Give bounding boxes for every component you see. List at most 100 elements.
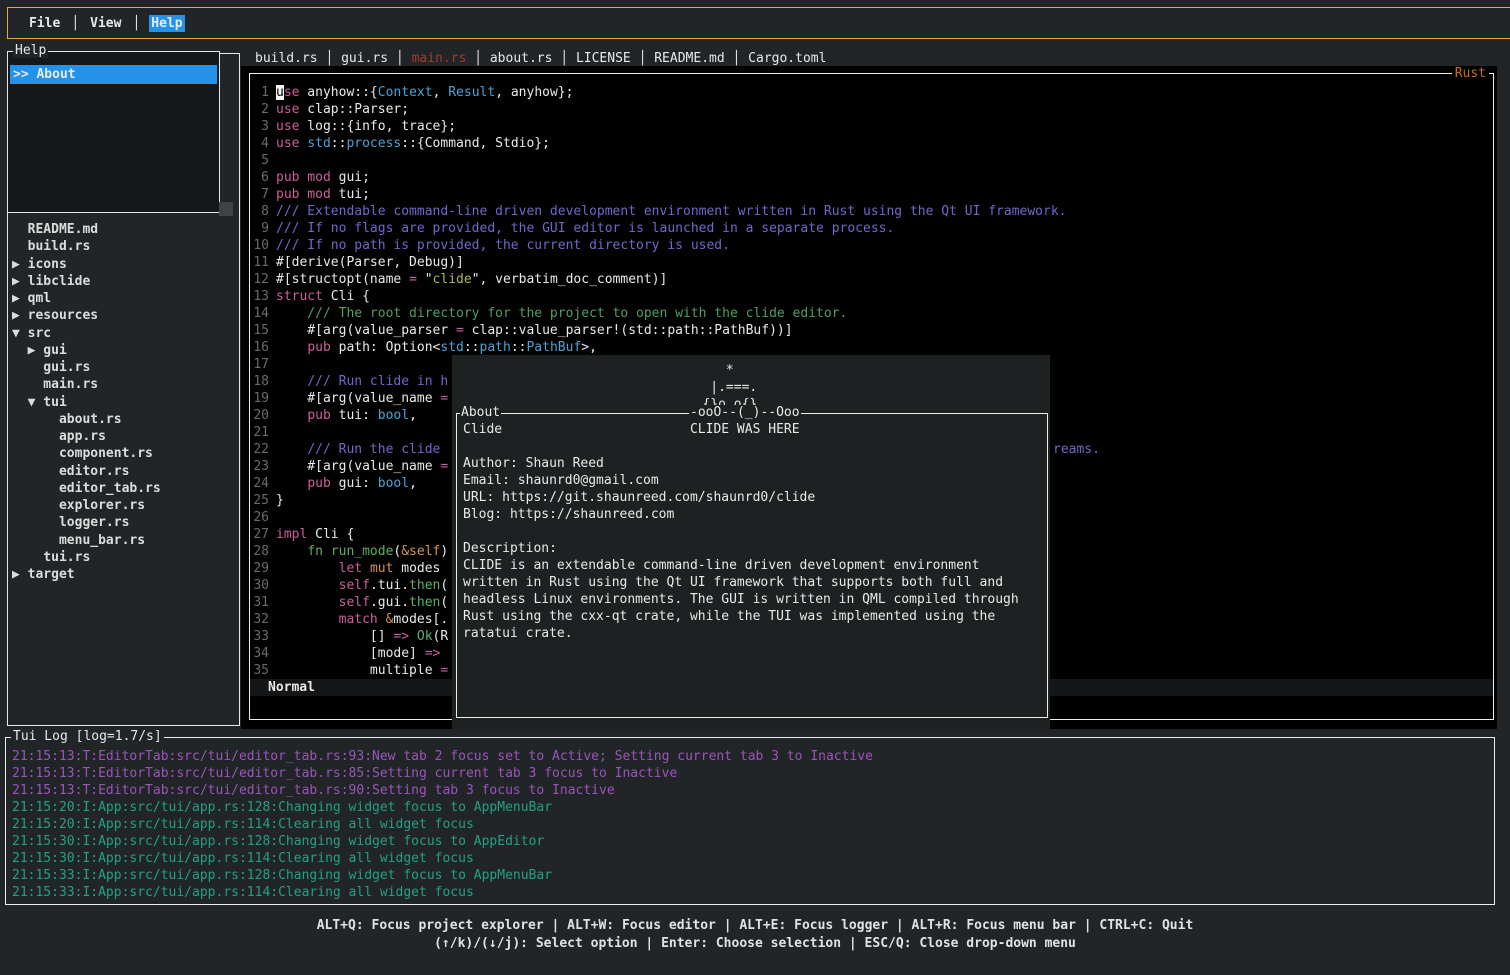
code-token: PathBuf bbox=[526, 340, 581, 355]
tree-item-label: gui.rs bbox=[12, 359, 237, 376]
code-line[interactable]: 11#[derive(Parser, Debug)] bbox=[250, 254, 1493, 271]
code-line[interactable]: 5 bbox=[250, 152, 1493, 169]
tab-LICENSE[interactable]: LICENSE bbox=[576, 51, 631, 66]
menu-item-file[interactable]: File bbox=[27, 15, 62, 32]
code-text: pub path: Option<std::path::PathBuf>, bbox=[276, 339, 597, 356]
code-line[interactable]: 6 pub mod gui; bbox=[250, 169, 1493, 186]
tree-item-app.rs[interactable]: app.rs bbox=[12, 428, 237, 445]
code-token: pub bbox=[307, 476, 330, 491]
code-line[interactable]: 4use std::process::{Command, Stdio}; bbox=[250, 135, 1493, 152]
tree-item-icons[interactable]: ▶ icons bbox=[12, 256, 237, 273]
menu-item-help[interactable]: Help bbox=[149, 15, 184, 32]
tree-item-about.rs[interactable]: about.rs bbox=[12, 411, 237, 428]
menu-item-view[interactable]: View bbox=[88, 15, 123, 32]
code-line[interactable]: 8/// Extendable command-line driven deve… bbox=[250, 203, 1493, 220]
code-token bbox=[276, 442, 307, 457]
tree-item-label: editor.rs bbox=[12, 463, 237, 480]
tree-item-qml[interactable]: ▶ qml bbox=[12, 290, 237, 307]
code-line[interactable]: 13 struct Cli { bbox=[250, 288, 1493, 305]
tab-Cargo.toml[interactable]: Cargo.toml bbox=[748, 51, 826, 66]
tree-item-menu_bar.rs[interactable]: menu_bar.rs bbox=[12, 532, 237, 549]
about-line: Clide CLIDE WAS HERE bbox=[463, 421, 1047, 438]
log-entry: 21:15:13:T:EditorTab:src/tui/editor_tab.… bbox=[12, 765, 1494, 782]
tree-item-src[interactable]: ▼ src bbox=[12, 325, 237, 342]
code-token: .tui. bbox=[370, 578, 409, 593]
tab-main.rs[interactable]: main.rs bbox=[412, 51, 467, 66]
tab-README.md[interactable]: README.md bbox=[654, 51, 724, 66]
tree-item-build.rs[interactable]: build.rs bbox=[12, 238, 237, 255]
code-token: modes bbox=[393, 561, 440, 576]
code-text: multiple = bbox=[276, 662, 448, 679]
tree-item-tui.rs[interactable]: tui.rs bbox=[12, 549, 237, 566]
code-line[interactable]: 3use log::{info, trace}; bbox=[250, 118, 1493, 135]
tree-item-editor.rs[interactable]: editor.rs bbox=[12, 463, 237, 480]
code-token: then bbox=[409, 578, 440, 593]
code-text: match &modes[. bbox=[276, 611, 448, 628]
tree-item-logger.rs[interactable]: logger.rs bbox=[12, 514, 237, 531]
log-entry: 21:15:20:I:App:src/tui/app.rs:128:Changi… bbox=[12, 799, 1494, 816]
code-line[interactable]: 14 /// The root directory for the projec… bbox=[250, 305, 1493, 322]
code-text: self.gui.then( bbox=[276, 594, 448, 611]
editor-tabs: build.rs │ gui.rs │ main.rs │ about.rs │… bbox=[255, 50, 826, 67]
code-token bbox=[276, 408, 307, 423]
code-line[interactable]: 9/// If no flags are provided, the GUI e… bbox=[250, 220, 1493, 237]
code-token: anyhow::{ bbox=[299, 85, 377, 100]
code-line[interactable]: 16 pub path: Option<std::path::PathBuf>, bbox=[250, 339, 1493, 356]
tree-item-label: ▶ qml bbox=[12, 290, 237, 307]
line-number: 6 bbox=[250, 169, 269, 186]
line-number: 11 bbox=[250, 254, 269, 271]
editor-mode-label: Normal bbox=[268, 680, 315, 695]
tree-item-main.rs[interactable]: main.rs bbox=[12, 376, 237, 393]
log-entry: 21:15:30:I:App:src/tui/app.rs:114:Cleari… bbox=[12, 850, 1494, 867]
tab-build.rs[interactable]: build.rs bbox=[255, 51, 318, 66]
code-text: pub mod gui; bbox=[276, 169, 370, 186]
tree-item-libclide[interactable]: ▶ libclide bbox=[12, 273, 237, 290]
help-dropdown-menu: Help >> About bbox=[7, 51, 220, 213]
code-token: pub bbox=[307, 408, 330, 423]
tree-item-explorer.rs[interactable]: explorer.rs bbox=[12, 497, 237, 514]
code-line[interactable]: 15 #[arg(value_parser = clap::value_pars… bbox=[250, 322, 1493, 339]
explorer-scrollbar-thumb[interactable] bbox=[219, 202, 233, 216]
tree-item-resources[interactable]: ▶ resources bbox=[12, 307, 237, 324]
code-line[interactable]: 1use anyhow::{Context, Result, anyhow}; bbox=[250, 84, 1493, 101]
code-token: = bbox=[440, 459, 448, 474]
line-number: 13 bbox=[250, 288, 269, 305]
tab-separator: │ bbox=[318, 51, 341, 66]
code-line[interactable]: 7pub mod tui; bbox=[250, 186, 1493, 203]
tree-item-gui[interactable]: ▶ gui bbox=[12, 342, 237, 359]
code-token: (R bbox=[433, 629, 449, 644]
code-token: :: bbox=[511, 340, 527, 355]
tree-item-label: ▶ libclide bbox=[12, 273, 237, 290]
tab-separator: │ bbox=[631, 51, 654, 66]
code-token: , bbox=[433, 85, 449, 100]
shortcut-line-2: (↑/k)/(↓/j): Select option | Enter: Choo… bbox=[0, 935, 1510, 953]
code-text: [] => Ok(R bbox=[276, 628, 448, 645]
line-number: 20 bbox=[250, 407, 269, 424]
line-number: 32 bbox=[250, 611, 269, 628]
line-number: 23 bbox=[250, 458, 269, 475]
tree-item-gui.rs[interactable]: gui.rs bbox=[12, 359, 237, 376]
tree-item-tui[interactable]: ▼ tui bbox=[12, 394, 237, 411]
tree-item-component.rs[interactable]: component.rs bbox=[12, 445, 237, 462]
code-line[interactable]: 10/// If no path is provided, the curren… bbox=[250, 237, 1493, 254]
tab-gui.rs[interactable]: gui.rs bbox=[341, 51, 388, 66]
tree-item-target[interactable]: ▶ target bbox=[12, 566, 237, 583]
code-text: struct Cli { bbox=[276, 288, 370, 305]
tab-about.rs[interactable]: about.rs bbox=[490, 51, 553, 66]
line-number: 17 bbox=[250, 356, 269, 373]
about-line: Email: shaunrd0@gmail.com bbox=[463, 472, 1047, 489]
line-number: 33 bbox=[250, 628, 269, 645]
tree-item-label: ▼ tui bbox=[12, 394, 237, 411]
code-line[interactable]: 2use clap::Parser; bbox=[250, 101, 1493, 118]
code-token: [] bbox=[276, 629, 393, 644]
tree-item-README.md[interactable]: README.md bbox=[12, 221, 237, 238]
line-number: 14 bbox=[250, 305, 269, 322]
dropdown-item-about[interactable]: >> About bbox=[10, 65, 217, 84]
code-line[interactable]: 12#[structopt(name = "clide", verbatim_d… bbox=[250, 271, 1493, 288]
code-token: .gui. bbox=[370, 595, 409, 610]
code-token: clap::value_parser!(std::path::PathBuf))… bbox=[464, 323, 793, 338]
code-token: clap::Parser; bbox=[299, 102, 409, 117]
tree-item-editor_tab.rs[interactable]: editor_tab.rs bbox=[12, 480, 237, 497]
line-number: 7 bbox=[250, 186, 269, 203]
code-token: self bbox=[339, 578, 370, 593]
